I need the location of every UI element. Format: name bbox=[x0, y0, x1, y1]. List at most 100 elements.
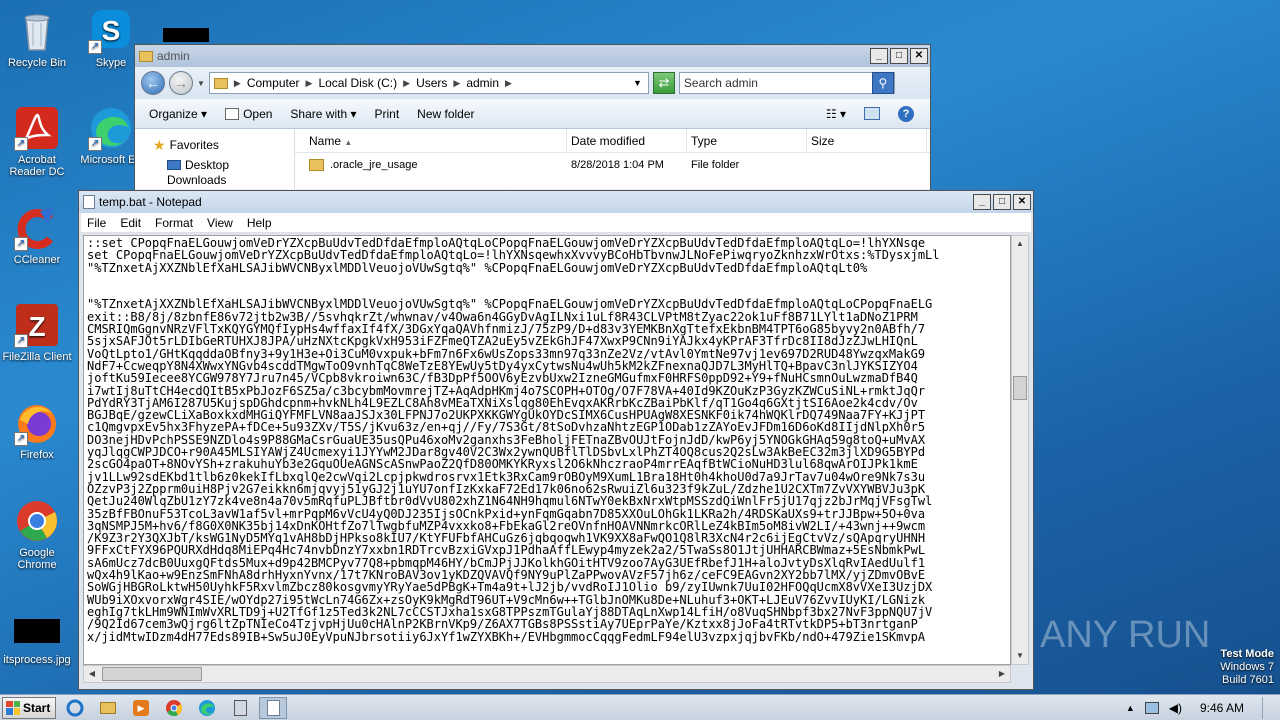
nav-favorites[interactable]: ★ Favorites bbox=[153, 135, 294, 155]
notepad-titlebar[interactable]: temp.bat - Notepad _ □ ✕ bbox=[79, 191, 1033, 213]
system-tray: ▲ ◀) 9:46 AM bbox=[1126, 696, 1280, 719]
shortcut-arrow-icon: ↗ bbox=[14, 432, 28, 446]
calculator-icon[interactable] bbox=[226, 697, 254, 719]
image-file-icon bbox=[14, 619, 60, 665]
shortcut-arrow-icon: ↗ bbox=[14, 137, 28, 151]
star-icon: ★ bbox=[153, 137, 166, 153]
clock[interactable]: 9:46 AM bbox=[1200, 701, 1244, 715]
menu-help[interactable]: Help bbox=[247, 216, 272, 230]
view-options-icon[interactable]: ☷ ▾ bbox=[826, 107, 846, 121]
edge-taskbar-icon[interactable] bbox=[193, 697, 221, 719]
ccleaner-icon: ↗ bbox=[14, 205, 60, 251]
notepad-taskbar-icon[interactable] bbox=[259, 696, 287, 719]
scroll-left-icon[interactable]: ◀ bbox=[84, 666, 100, 682]
ie-icon[interactable] bbox=[61, 697, 89, 719]
desktop-icon-firefox[interactable]: ↗ Firefox bbox=[0, 400, 74, 461]
anyrun-watermark: ANY RUN bbox=[1040, 614, 1210, 657]
network-icon[interactable] bbox=[1144, 701, 1159, 714]
breadcrumb-computer[interactable]: Computer bbox=[247, 76, 300, 90]
file-name: .oracle_jre_usage bbox=[330, 159, 418, 171]
nav-desktop[interactable]: Desktop bbox=[153, 155, 294, 175]
column-date-modified[interactable]: Date modified bbox=[567, 129, 687, 152]
scroll-right-icon[interactable]: ▶ bbox=[994, 666, 1010, 682]
volume-icon[interactable]: ◀) bbox=[1169, 701, 1182, 715]
breadcrumb-admin[interactable]: admin bbox=[466, 76, 499, 90]
open-icon bbox=[225, 107, 240, 120]
preview-pane-icon[interactable] bbox=[864, 107, 880, 120]
desktop-icon-recycle-bin[interactable]: Recycle Bin bbox=[0, 8, 74, 69]
share-with-menu[interactable]: Share with ▾ bbox=[290, 107, 356, 121]
svg-text:S: S bbox=[102, 15, 121, 46]
address-dropdown-icon[interactable]: ▼ bbox=[633, 78, 642, 88]
refresh-button[interactable]: ⇄ bbox=[652, 72, 675, 94]
scroll-up-icon[interactable]: ▲ bbox=[1012, 236, 1028, 252]
breadcrumb-chevron-icon[interactable]: ▶ bbox=[234, 78, 241, 89]
close-button[interactable]: ✕ bbox=[910, 48, 928, 64]
horizontal-scrollbar[interactable]: ◀ ▶ bbox=[83, 665, 1011, 683]
breadcrumb-local-disk[interactable]: Local Disk (C:) bbox=[318, 76, 397, 90]
os-info-line2: Windows 7 bbox=[1220, 661, 1274, 673]
desktop-icon-itsprocess[interactable]: itsprocess.jpg bbox=[0, 615, 74, 666]
vertical-scrollbar[interactable]: ▲ ▼ bbox=[1011, 235, 1029, 665]
breadcrumb-users[interactable]: Users bbox=[416, 76, 447, 90]
back-button[interactable]: ← bbox=[141, 71, 165, 95]
explorer-window: admin _ □ ✕ ← → ▼ ▶ Computer ▶ Local Dis… bbox=[134, 44, 931, 204]
desktop-icon-acrobat[interactable]: ↗ Acrobat Reader DC bbox=[0, 105, 74, 178]
menu-edit[interactable]: Edit bbox=[120, 216, 141, 230]
column-type[interactable]: Type bbox=[687, 129, 807, 152]
desktop-icon-ccleaner[interactable]: ↗ CCleaner bbox=[0, 205, 74, 266]
nav-downloads[interactable]: Downloads bbox=[153, 175, 294, 185]
search-icon[interactable]: ⚲ bbox=[871, 72, 894, 94]
horizontal-scroll-thumb[interactable] bbox=[102, 667, 202, 681]
address-bar[interactable]: ▶ Computer ▶ Local Disk (C:) ▶ Users ▶ a… bbox=[208, 72, 649, 94]
breadcrumb-chevron-icon[interactable]: ▶ bbox=[403, 78, 410, 89]
os-info-line1: Test Mode bbox=[1220, 648, 1274, 660]
explorer-body: ★ Favorites Desktop Downloads Name ▲ Date… bbox=[135, 129, 930, 189]
close-button[interactable]: ✕ bbox=[1013, 194, 1031, 210]
notepad-icon bbox=[83, 195, 95, 209]
column-name[interactable]: Name ▲ bbox=[295, 129, 567, 152]
print-button[interactable]: Print bbox=[374, 107, 399, 121]
explorer-folder-icon[interactable] bbox=[94, 697, 122, 719]
scroll-down-icon[interactable]: ▼ bbox=[1012, 648, 1028, 664]
menu-view[interactable]: View bbox=[207, 216, 233, 230]
menu-bar: File Edit Format View Help bbox=[81, 213, 1031, 233]
start-button[interactable]: Start bbox=[2, 696, 56, 719]
search-placeholder: Search admin bbox=[683, 76, 758, 90]
show-desktop-button[interactable] bbox=[1262, 696, 1274, 719]
vertical-scroll-thumb[interactable] bbox=[1013, 376, 1027, 400]
table-row[interactable]: .oracle_jre_usage 8/28/2018 1:04 PM File… bbox=[295, 153, 930, 177]
desktop-icon-label: Google Chrome bbox=[17, 547, 57, 571]
recent-pages-chevron-icon[interactable]: ▼ bbox=[197, 79, 205, 88]
tray-arrow-icon[interactable]: ▲ bbox=[1126, 703, 1135, 713]
watermark-text: ANY RUN bbox=[1040, 614, 1211, 656]
search-input[interactable]: Search admin ⚲ bbox=[678, 72, 895, 94]
breadcrumb-chevron-icon[interactable]: ▶ bbox=[453, 78, 460, 89]
new-folder-button[interactable]: New folder bbox=[417, 107, 474, 121]
desktop-icon-label: CCleaner bbox=[13, 254, 61, 266]
breadcrumb-chevron-icon[interactable]: ▶ bbox=[306, 78, 313, 89]
minimize-button[interactable]: _ bbox=[973, 194, 991, 210]
forward-button[interactable]: → bbox=[169, 71, 193, 95]
chrome-taskbar-icon[interactable] bbox=[160, 697, 188, 719]
maximize-button[interactable]: □ bbox=[993, 194, 1011, 210]
menu-file[interactable]: File bbox=[87, 216, 106, 230]
window-title: admin bbox=[157, 49, 190, 63]
open-button[interactable]: Open bbox=[225, 107, 272, 121]
minimize-button[interactable]: _ bbox=[870, 48, 888, 64]
file-size bbox=[807, 153, 927, 177]
desktop-icon-chrome[interactable]: Google Chrome bbox=[0, 498, 74, 571]
organize-menu[interactable]: Organize ▾ bbox=[149, 107, 207, 121]
file-type: File folder bbox=[691, 159, 740, 171]
explorer-titlebar[interactable]: admin _ □ ✕ bbox=[135, 45, 930, 67]
skype-icon: S ↗ bbox=[88, 8, 134, 54]
desktop-icon-filezilla[interactable]: Z ↗ FileZilla Client bbox=[0, 302, 74, 363]
breadcrumb-chevron-icon[interactable]: ▶ bbox=[505, 78, 512, 89]
help-icon[interactable]: ? bbox=[898, 105, 914, 122]
media-player-icon[interactable]: ▶ bbox=[127, 697, 155, 719]
maximize-button[interactable]: □ bbox=[890, 48, 908, 64]
text-editor[interactable]: ::set CPopqFnaELGouwjomVeDrYZXcpBuUdvTed… bbox=[83, 235, 1011, 665]
column-size[interactable]: Size bbox=[807, 129, 927, 152]
menu-format[interactable]: Format bbox=[155, 216, 193, 230]
notepad-window: temp.bat - Notepad _ □ ✕ File Edit Forma… bbox=[78, 190, 1034, 690]
